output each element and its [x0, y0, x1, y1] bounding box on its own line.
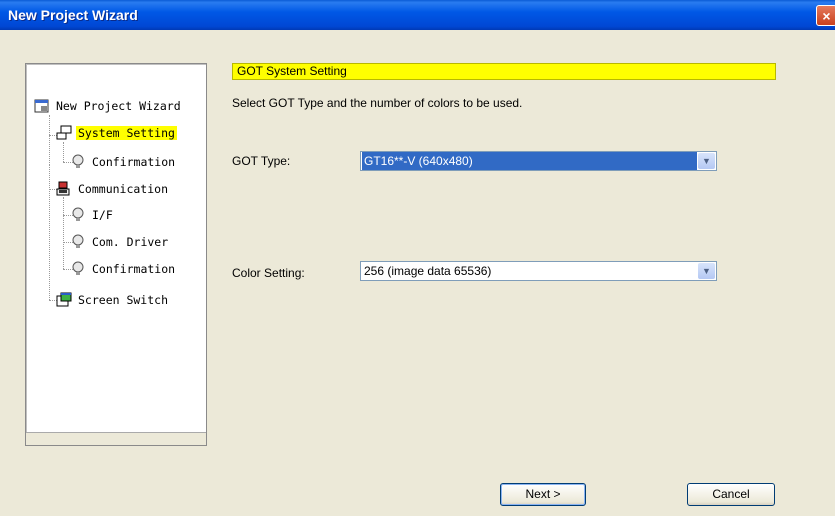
system-setting-icon: [56, 125, 72, 141]
tree-connector: [49, 165, 50, 300]
tree-item-system-setting[interactable]: System Setting: [56, 124, 177, 142]
window-title: New Project Wizard: [8, 7, 138, 23]
tree-node-root[interactable]: New Project Wizard: [34, 97, 183, 115]
got-type-value: GT16**-V (640x480): [362, 152, 697, 170]
tree-item-label: Communication: [78, 182, 169, 196]
tree-item-com-driver[interactable]: Com. Driver: [70, 233, 170, 251]
tree-item-confirmation-2[interactable]: Confirmation: [70, 260, 177, 278]
tree-connector: [63, 197, 64, 269]
tree-node-label: New Project Wizard: [56, 99, 181, 113]
communication-icon: [56, 181, 72, 197]
tree-item-communication[interactable]: Communication: [56, 180, 170, 198]
tree-item-label: Com. Driver: [92, 235, 169, 249]
tree-connector: [63, 142, 64, 162]
wizard-root-icon: [34, 98, 50, 114]
chevron-down-icon[interactable]: ▼: [698, 263, 715, 279]
chevron-down-icon[interactable]: ▼: [698, 153, 715, 169]
screen-switch-icon: [56, 292, 72, 308]
tree-item-label: Screen Switch: [78, 293, 169, 307]
close-icon: ×: [822, 8, 831, 24]
tree-item-if[interactable]: I/F: [70, 206, 115, 224]
lightbulb-icon: [70, 234, 86, 250]
color-setting-value: 256 (image data 65536): [364, 264, 492, 278]
got-type-label: GOT Type:: [232, 154, 291, 168]
wizard-step-tree: New Project Wizard System Setting Confir…: [25, 63, 207, 446]
got-type-dropdown[interactable]: GT16**-V (640x480) ▼: [360, 151, 717, 171]
color-setting-label: Color Setting:: [232, 266, 305, 280]
tree-item-label: Confirmation: [92, 155, 176, 169]
tree-item-label: System Setting: [76, 126, 177, 140]
cancel-button[interactable]: Cancel: [687, 483, 775, 506]
tree-item-label: Confirmation: [92, 262, 176, 276]
tree-scroll-area: [26, 432, 206, 445]
close-button[interactable]: ×: [816, 5, 835, 26]
tree-connector: [49, 115, 50, 165]
tree-item-screen-switch[interactable]: Screen Switch: [56, 291, 170, 309]
lightbulb-icon: [70, 261, 86, 277]
instruction-text: Select GOT Type and the number of colors…: [232, 96, 523, 110]
tree-item-label: I/F: [92, 208, 113, 222]
section-header: GOT System Setting: [232, 63, 776, 80]
title-bar: New Project Wizard ×: [0, 0, 835, 30]
lightbulb-icon: [70, 207, 86, 223]
next-button[interactable]: Next >: [500, 483, 586, 506]
lightbulb-icon: [70, 154, 86, 170]
tree-item-confirmation[interactable]: Confirmation: [70, 153, 177, 171]
color-setting-dropdown[interactable]: 256 (image data 65536) ▼: [360, 261, 717, 281]
